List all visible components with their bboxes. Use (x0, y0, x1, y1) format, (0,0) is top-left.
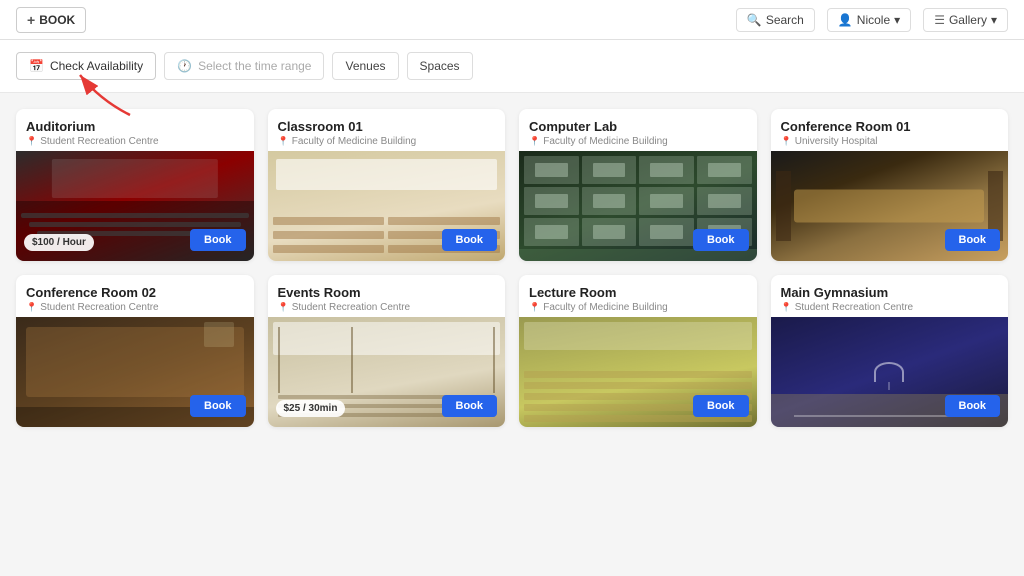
card-image-wrap: Book (268, 151, 506, 261)
card-info: Computer Lab Faculty of Medicine Buildin… (519, 109, 757, 151)
header-right: 🔍 Search 👤 Nicole ▾ ☰ Gallery ▾ (736, 8, 1008, 32)
card-location: Faculty of Medicine Building (278, 136, 496, 147)
room-card-classroom01: Classroom 01 Faculty of Medicine Buildin… (268, 109, 506, 261)
card-title: Lecture Room (529, 285, 747, 300)
room-card-main-gymnasium: Main Gymnasium Student Recreation Centre… (771, 275, 1009, 427)
card-location: Faculty of Medicine Building (529, 136, 747, 147)
plus-icon: + (27, 12, 35, 28)
card-title: Events Room (278, 285, 496, 300)
chevron-down-icon: ▾ (991, 13, 997, 27)
user-icon: 👤 (838, 13, 853, 27)
card-title: Computer Lab (529, 119, 747, 134)
card-image-wrap: Book (16, 317, 254, 427)
chevron-down-icon: ▾ (894, 13, 900, 27)
book-room-button[interactable]: Book (190, 395, 246, 417)
card-info: Conference Room 02 Student Recreation Ce… (16, 275, 254, 317)
header: + BOOK 🔍 Search 👤 Nicole ▾ ☰ Gallery ▾ (0, 0, 1024, 40)
toolbar: 📅 Check Availability 🕐 Select the time r… (0, 40, 1024, 93)
book-room-button[interactable]: Book (945, 395, 1001, 417)
calendar-icon: 📅 (29, 59, 44, 73)
card-image-wrap: Book (771, 317, 1009, 427)
search-button[interactable]: 🔍 Search (736, 8, 815, 32)
card-location: Student Recreation Centre (26, 136, 244, 147)
user-label: Nicole (857, 13, 890, 27)
card-info: Main Gymnasium Student Recreation Centre (771, 275, 1009, 317)
card-location: Student Recreation Centre (781, 302, 999, 313)
header-left: + BOOK (16, 7, 86, 33)
book-room-button[interactable]: Book (945, 229, 1001, 251)
book-label: BOOK (39, 13, 75, 27)
card-image-wrap: Book (519, 151, 757, 261)
card-info: Events Room Student Recreation Centre (268, 275, 506, 317)
book-room-button[interactable]: Book (693, 229, 749, 251)
card-location: Student Recreation Centre (26, 302, 244, 313)
clock-icon: 🕐 (177, 59, 192, 73)
card-location: Student Recreation Centre (278, 302, 496, 313)
card-location: University Hospital (781, 136, 999, 147)
room-grid: Auditorium Student Recreation Centre $10… (0, 93, 1024, 443)
book-button[interactable]: + BOOK (16, 7, 86, 33)
card-image-wrap: $25 / 30min Book (268, 317, 506, 427)
price-badge: $100 / Hour (24, 234, 94, 251)
gallery-label: Gallery (949, 13, 987, 27)
price-badge: $25 / 30min (276, 400, 346, 417)
book-room-button[interactable]: Book (442, 229, 498, 251)
time-range-button[interactable]: 🕐 Select the time range (164, 52, 324, 80)
card-image-wrap: Book (519, 317, 757, 427)
card-info: Conference Room 01 University Hospital (771, 109, 1009, 151)
card-title: Conference Room 01 (781, 119, 999, 134)
room-card-auditorium: Auditorium Student Recreation Centre $10… (16, 109, 254, 261)
book-room-button[interactable]: Book (190, 229, 246, 251)
card-title: Main Gymnasium (781, 285, 999, 300)
room-card-conference-room-02: Conference Room 02 Student Recreation Ce… (16, 275, 254, 427)
book-room-button[interactable]: Book (693, 395, 749, 417)
card-image-wrap: $100 / Hour Book (16, 151, 254, 261)
card-title: Auditorium (26, 119, 244, 134)
room-card-events-room: Events Room Student Recreation Centre $2 (268, 275, 506, 427)
spaces-filter-button[interactable]: Spaces (407, 52, 473, 80)
venues-label: Venues (345, 59, 385, 73)
book-room-button[interactable]: Book (442, 395, 498, 417)
room-card-computer-lab: Computer Lab Faculty of Medicine Buildin… (519, 109, 757, 261)
search-icon: 🔍 (747, 13, 762, 27)
card-info: Auditorium Student Recreation Centre (16, 109, 254, 151)
time-range-label: Select the time range (198, 59, 311, 73)
room-card-lecture-room: Lecture Room Faculty of Medicine Buildin… (519, 275, 757, 427)
card-location: Faculty of Medicine Building (529, 302, 747, 313)
card-info: Classroom 01 Faculty of Medicine Buildin… (268, 109, 506, 151)
card-info: Lecture Room Faculty of Medicine Buildin… (519, 275, 757, 317)
card-image-wrap: Book (771, 151, 1009, 261)
user-menu-button[interactable]: 👤 Nicole ▾ (827, 8, 911, 32)
spaces-label: Spaces (420, 59, 460, 73)
card-title: Conference Room 02 (26, 285, 244, 300)
check-availability-button[interactable]: 📅 Check Availability (16, 52, 156, 80)
card-title: Classroom 01 (278, 119, 496, 134)
room-card-conference-room-01: Conference Room 01 University Hospital B… (771, 109, 1009, 261)
gallery-icon: ☰ (934, 13, 945, 27)
search-label: Search (766, 13, 804, 27)
venues-filter-button[interactable]: Venues (332, 52, 398, 80)
check-availability-label: Check Availability (50, 59, 143, 73)
gallery-button[interactable]: ☰ Gallery ▾ (923, 8, 1008, 32)
